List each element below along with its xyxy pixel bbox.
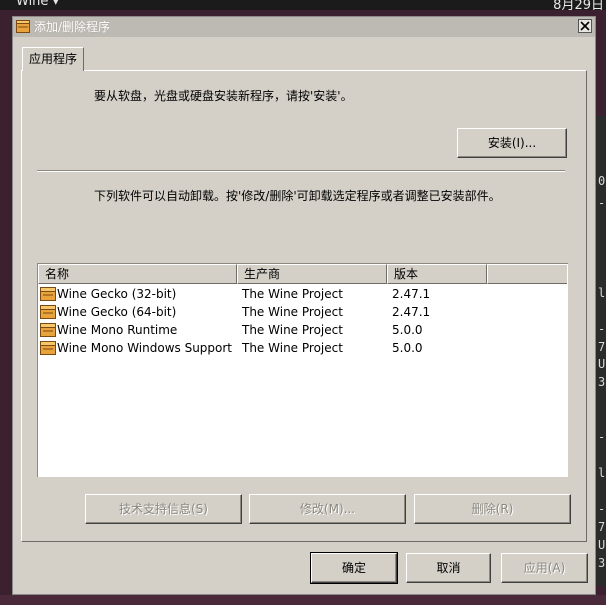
apply-button[interactable]: 应用(A) bbox=[501, 553, 588, 583]
terminal-text: 3 bbox=[598, 556, 606, 570]
list-item[interactable]: Wine Mono Runtime The Wine Project 5.0.0 bbox=[38, 321, 567, 339]
close-icon bbox=[580, 21, 590, 31]
program-publisher: The Wine Project bbox=[242, 305, 343, 319]
ok-button[interactable]: 确定 bbox=[310, 552, 398, 584]
column-header-version[interactable]: 版本 bbox=[387, 264, 487, 284]
tab-applications[interactable]: 应用程序 bbox=[22, 47, 84, 71]
list-item[interactable]: Wine Gecko (64-bit) The Wine Project 2.4… bbox=[38, 303, 567, 321]
program-name: Wine Mono Windows Support bbox=[57, 341, 233, 355]
cancel-button[interactable]: 取消 bbox=[406, 553, 491, 583]
column-header-empty bbox=[487, 264, 567, 284]
program-version: 2.47.1 bbox=[392, 287, 431, 301]
window-title: 添加/删除程序 bbox=[34, 20, 111, 34]
program-name: Wine Mono Runtime bbox=[57, 323, 178, 337]
program-version: 2.47.1 bbox=[392, 305, 431, 319]
terminal-text: l bbox=[598, 286, 606, 300]
installer-box-icon bbox=[40, 305, 56, 319]
cancel-button-label: 取消 bbox=[436, 561, 461, 575]
terminal-text: - bbox=[598, 322, 606, 336]
title-bar[interactable]: 添加/删除程序 bbox=[13, 17, 595, 37]
program-publisher: The Wine Project bbox=[242, 323, 343, 337]
apply-button-label: 应用(A) bbox=[523, 561, 566, 575]
terminal-text: 7 bbox=[598, 520, 606, 534]
terminal-text: - bbox=[598, 502, 606, 516]
installer-box-icon bbox=[40, 323, 56, 337]
modify-button[interactable]: 修改(M)... bbox=[249, 494, 406, 524]
installer-box-icon bbox=[16, 20, 30, 33]
installer-box-icon bbox=[40, 341, 56, 355]
terminal-text: l bbox=[598, 466, 606, 480]
install-button-label: 安装(I)... bbox=[487, 136, 537, 150]
divider bbox=[37, 170, 565, 172]
ok-button-label: 确定 bbox=[341, 561, 366, 575]
terminal-text: U bbox=[598, 538, 606, 552]
program-publisher: The Wine Project bbox=[242, 341, 343, 355]
support-info-button[interactable]: 技术支持信息(S) bbox=[85, 494, 242, 524]
desktop-bottom-edge bbox=[0, 595, 606, 605]
column-header-publisher[interactable]: 生产商 bbox=[237, 264, 387, 284]
terminal-text: 0 bbox=[598, 174, 606, 188]
program-name: Wine Gecko (32-bit) bbox=[57, 287, 177, 301]
terminal-text: 7 bbox=[598, 340, 606, 354]
list-header: 名称 生产商 版本 bbox=[38, 264, 567, 284]
program-publisher: The Wine Project bbox=[242, 287, 343, 301]
installer-box-icon bbox=[40, 287, 56, 301]
support-info-button-label: 技术支持信息(S) bbox=[119, 502, 208, 516]
uninstall-instruction: 下列软件可以自动卸载。按'修改/删除'可卸载选定程序或者调整已安装部件。 bbox=[94, 189, 501, 203]
terminal-text: - bbox=[598, 430, 606, 444]
add-remove-programs-window: 添加/删除程序 应用程序 要从软盘，光盘或硬盘安装新程序，请按'安装'。 安装(… bbox=[12, 16, 596, 595]
terminal-text: - bbox=[598, 196, 606, 210]
installed-programs-list[interactable]: 名称 生产商 版本 Wine Gecko (32-bit) The Wine P… bbox=[37, 263, 568, 477]
terminal-text: U bbox=[598, 357, 606, 371]
install-button[interactable]: 安装(I)... bbox=[457, 128, 567, 158]
column-header-name[interactable]: 名称 bbox=[38, 264, 237, 284]
list-item[interactable]: Wine Mono Windows Support The Wine Proje… bbox=[38, 339, 567, 357]
top-panel: Wine ▾ 8月29日 bbox=[0, 0, 606, 10]
topbar-clock[interactable]: 8月29日 bbox=[553, 0, 604, 10]
modify-button-label: 修改(M)... bbox=[299, 502, 356, 516]
topbar-app-menu[interactable]: Wine ▾ bbox=[16, 0, 59, 9]
install-instruction: 要从软盘，光盘或硬盘安装新程序，请按'安装'。 bbox=[94, 89, 353, 103]
close-button[interactable] bbox=[578, 19, 592, 33]
tab-label: 应用程序 bbox=[29, 52, 78, 66]
program-name: Wine Gecko (64-bit) bbox=[57, 305, 177, 319]
program-version: 5.0.0 bbox=[392, 341, 423, 355]
remove-button[interactable]: 删除(R) bbox=[414, 494, 571, 524]
program-version: 5.0.0 bbox=[392, 323, 423, 337]
terminal-text: 3 bbox=[598, 375, 606, 389]
background-terminal: 0 - l - 7 U 3 - l - 7 U 3 bbox=[596, 116, 606, 586]
remove-button-label: 删除(R) bbox=[471, 502, 514, 516]
list-item[interactable]: Wine Gecko (32-bit) The Wine Project 2.4… bbox=[38, 285, 567, 303]
